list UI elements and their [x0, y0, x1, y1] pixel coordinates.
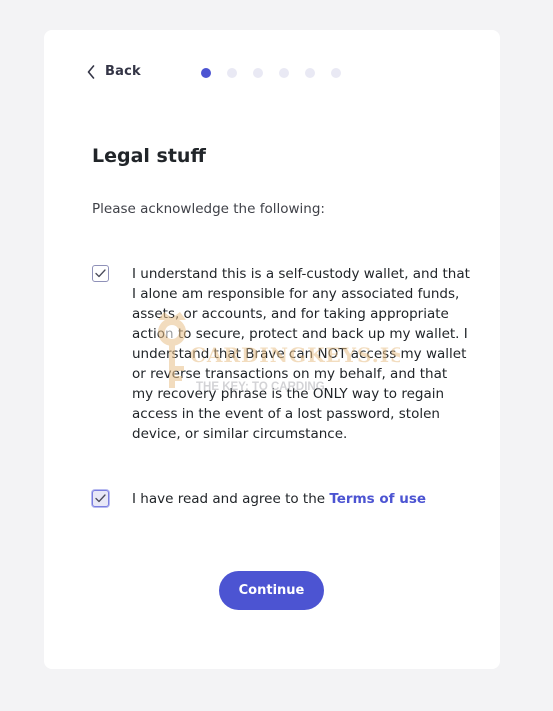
step-dot — [331, 68, 341, 78]
page-subtitle: Please acknowledge the following: — [92, 201, 325, 217]
checkmark-icon — [95, 494, 106, 503]
step-dot — [305, 68, 315, 78]
acknowledgement-custody: I understand this is a self-custody wall… — [92, 264, 470, 444]
terms-text-prefix: I have read and agree to the — [132, 491, 330, 507]
checkmark-icon — [95, 269, 106, 278]
acknowledgement-terms: I have read and agree to the Terms of us… — [92, 489, 470, 509]
continue-button[interactable]: Continue — [219, 571, 324, 610]
back-button[interactable]: Back — [87, 64, 141, 79]
step-dot — [227, 68, 237, 78]
terms-text: I have read and agree to the Terms of us… — [132, 489, 470, 509]
terms-checkbox[interactable] — [92, 490, 109, 507]
terms-of-use-link[interactable]: Terms of use — [329, 491, 426, 507]
back-label: Back — [105, 64, 141, 79]
page-title: Legal stuff — [92, 145, 206, 167]
step-dot — [201, 68, 211, 78]
custody-checkbox[interactable] — [92, 265, 109, 282]
step-indicator — [201, 68, 341, 78]
step-dot — [279, 68, 289, 78]
custody-text: I understand this is a self-custody wall… — [132, 266, 470, 442]
chevron-left-icon — [87, 64, 95, 79]
onboarding-card: Back Legal stuff Please acknowledge the … — [44, 30, 500, 669]
step-dot — [253, 68, 263, 78]
